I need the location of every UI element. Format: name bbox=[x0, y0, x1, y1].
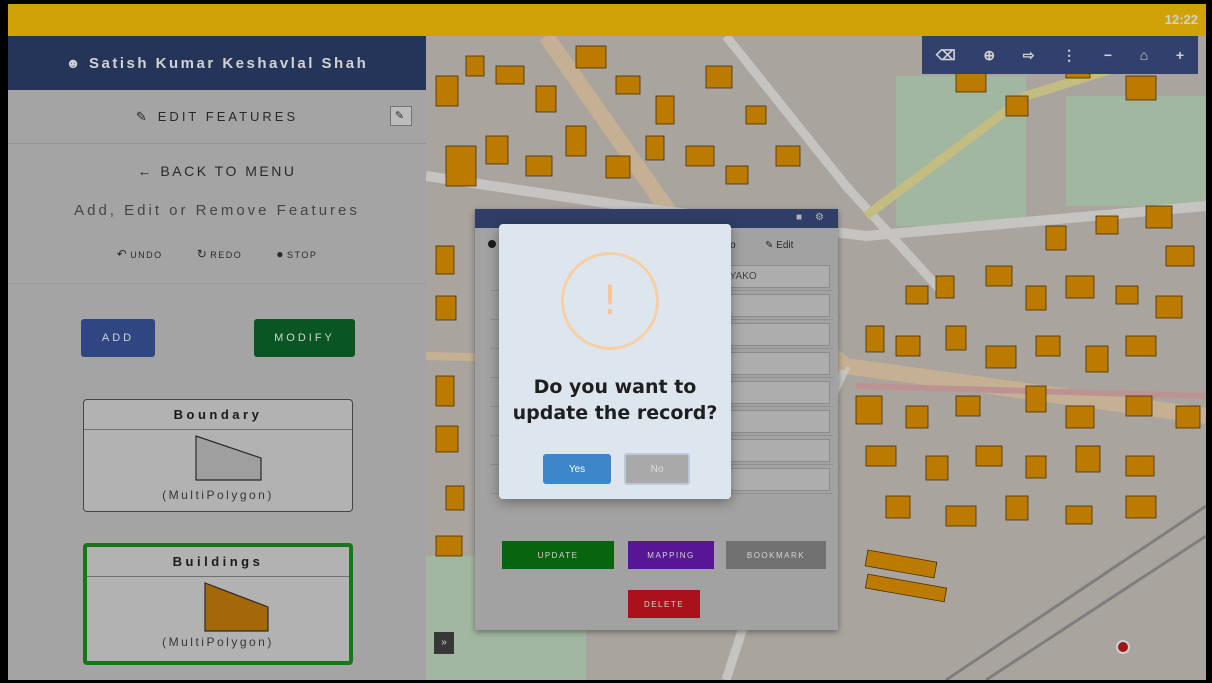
confirm-dialog: ! Do you want to update the record? Yes … bbox=[499, 224, 731, 499]
no-button[interactable]: No bbox=[624, 453, 690, 485]
app-frame: 12:22 ☻ Satish Kumar Keshavlal Shah ✎ ED… bbox=[8, 4, 1206, 680]
no-label: No bbox=[650, 463, 664, 475]
dialog-title-line1: Do you want to bbox=[533, 376, 697, 398]
yes-button[interactable]: Yes bbox=[543, 454, 611, 484]
dialog-title-line2: update the record? bbox=[512, 402, 718, 424]
exclamation-icon: ! bbox=[561, 252, 659, 350]
yes-label: Yes bbox=[568, 463, 586, 475]
dialog-title: Do you want to update the record? bbox=[499, 374, 731, 426]
